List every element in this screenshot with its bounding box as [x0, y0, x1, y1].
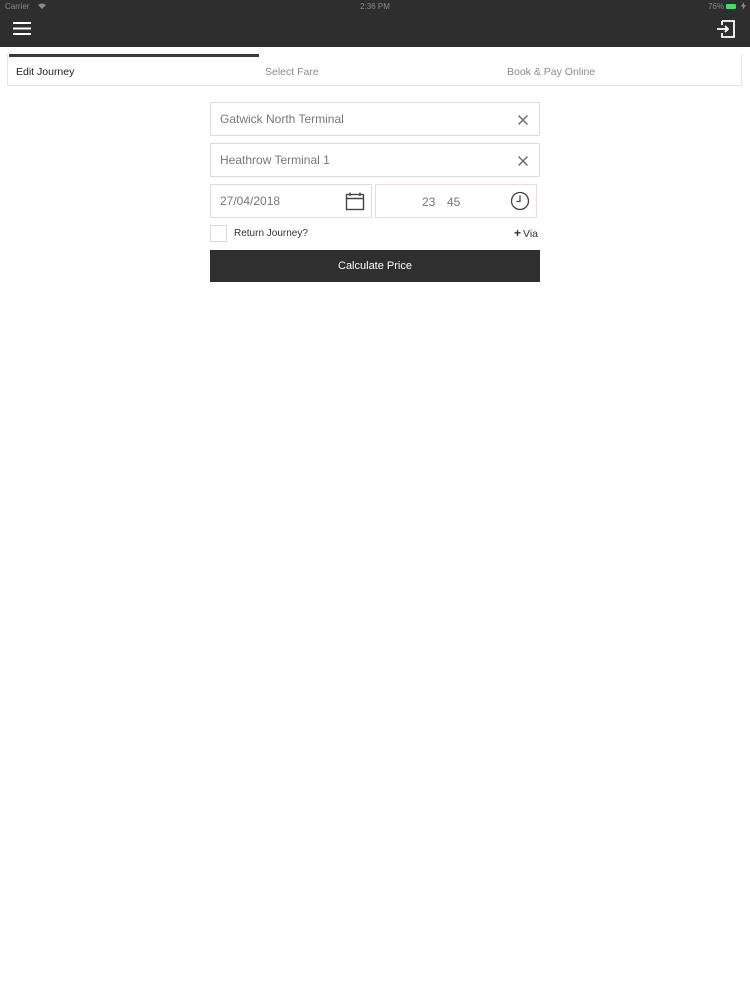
tab-edit-journey[interactable]: Edit Journey [16, 66, 74, 78]
pickup-field [210, 102, 540, 136]
minute-value[interactable]: 45 [447, 195, 460, 209]
app-header: Carrier 2:36 PM 76% [0, 0, 750, 47]
dropoff-field [210, 143, 540, 177]
journey-steps-tabs: Edit Journey Select Fare Book & Pay Onli… [7, 54, 742, 86]
date-field [210, 184, 372, 218]
status-time: 2:36 PM [360, 2, 390, 11]
clear-pickup-icon[interactable] [517, 113, 529, 125]
date-input[interactable] [220, 185, 340, 217]
calculate-price-button[interactable]: Calculate Price [210, 250, 540, 282]
via-label: Via [523, 228, 539, 240]
tab-select-fare[interactable]: Select Fare [265, 66, 319, 78]
hour-value[interactable]: 23 [422, 195, 435, 209]
clock-icon[interactable] [510, 191, 530, 211]
battery-icon [726, 4, 736, 9]
status-bar: Carrier 2:36 PM 76% [0, 0, 750, 14]
charging-icon [741, 2, 746, 12]
tab-book-pay-online[interactable]: Book & Pay Online [507, 66, 595, 78]
pickup-input[interactable] [220, 103, 490, 135]
plus-icon: + [514, 226, 522, 240]
logout-icon[interactable] [716, 19, 738, 41]
dropoff-input[interactable] [220, 144, 490, 176]
battery-percent: 76% [707, 2, 724, 11]
calendar-icon[interactable] [345, 191, 365, 211]
return-journey-checkbox[interactable] [210, 225, 227, 242]
add-via-button[interactable]: + Via [514, 226, 538, 240]
active-tab-indicator [9, 54, 259, 57]
hamburger-icon[interactable] [12, 20, 32, 38]
clear-dropoff-icon[interactable] [517, 154, 529, 166]
return-journey-label: Return Journey? [234, 228, 308, 239]
time-field: 23 45 [375, 184, 537, 218]
